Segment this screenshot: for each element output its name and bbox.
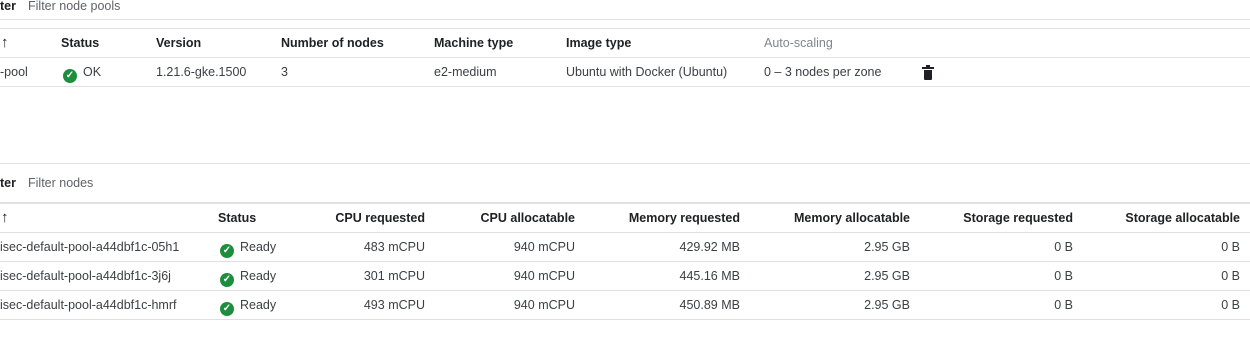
memory-requested-cell: 445.16 MB (679, 269, 740, 283)
column-header-cpu-requested[interactable]: CPU requested (300, 204, 425, 232)
storage-allocatable-cell: 0 B (1221, 269, 1240, 283)
storage-allocatable-cell: 0 B (1221, 240, 1240, 254)
status-cell: ✓ OK (63, 58, 101, 86)
column-header-storage-allocatable[interactable]: Storage allocatable (1090, 204, 1240, 232)
cpu-requested-cell: 301 mCPU (363, 269, 425, 283)
node-pools-filter-input[interactable]: Filter node pools (28, 0, 120, 13)
delete-button[interactable] (922, 58, 934, 86)
table-row[interactable]: isec-default-pool-a44dbf1c-05h1 ✓ Ready 4… (0, 233, 1250, 262)
nodes-table: ↑ Status CPU requested CPU allocatable M… (0, 203, 1250, 320)
nodes-filter-input[interactable]: Filter nodes (28, 176, 93, 190)
column-header-auto-scaling: Auto-scaling (764, 36, 833, 50)
column-header-memory-allocatable[interactable]: Memory allocatable (770, 204, 910, 232)
nodes-filter-bar: ter Filter nodes (0, 163, 1250, 203)
status-text: Ready (240, 269, 277, 283)
storage-requested-cell: 0 B (1054, 240, 1073, 254)
version-cell: 1.21.6-gke.1500 (156, 65, 247, 79)
node-pools-table: ↑ Status Version Number of nodes Machine… (0, 28, 1250, 87)
cpu-allocatable-cell: 940 mCPU (513, 240, 575, 254)
node-pools-filter-bar: ter Filter node pools (0, 0, 1250, 20)
check-circle-icon: ✓ (220, 302, 234, 316)
column-header-cpu-allocatable[interactable]: CPU allocatable (445, 204, 575, 232)
column-header-storage-requested[interactable]: Storage requested (930, 204, 1073, 232)
status-cell: ✓ Ready (220, 233, 276, 261)
memory-allocatable-cell: 2.95 GB (864, 240, 910, 254)
cpu-requested-cell: 493 mCPU (363, 298, 425, 312)
trash-icon (922, 64, 934, 80)
column-header-status[interactable]: Status (61, 29, 99, 57)
table-header-row: ↑ Status CPU requested CPU allocatable M… (0, 204, 1250, 233)
sort-arrow-icon[interactable]: ↑ (1, 204, 9, 232)
memory-allocatable-cell: 2.95 GB (864, 269, 910, 283)
machine-type-cell: e2-medium (434, 65, 497, 79)
status-text: OK (83, 65, 102, 79)
node-name-link[interactable]: isec-default-pool-a44dbf1c-hmrf (0, 291, 176, 319)
column-header-version[interactable]: Version (156, 29, 201, 57)
status-cell: ✓ Ready (220, 291, 276, 319)
table-row[interactable]: -pool ✓ OK 1.21.6-gke.1500 3 e2-medium Ub… (0, 58, 1250, 87)
node-name-link[interactable]: isec-default-pool-a44dbf1c-3j6j (0, 262, 171, 290)
column-header-image-type[interactable]: Image type (566, 29, 631, 57)
memory-requested-cell: 450.89 MB (679, 298, 740, 312)
storage-allocatable-cell: 0 B (1221, 298, 1240, 312)
node-name-link[interactable]: isec-default-pool-a44dbf1c-05h1 (0, 233, 179, 261)
filter-label: ter (0, 176, 16, 190)
storage-requested-cell: 0 B (1054, 298, 1073, 312)
autoscaling-cell: 0 – 3 nodes per zone (764, 65, 882, 79)
sort-arrow-icon[interactable]: ↑ (1, 29, 9, 57)
storage-requested-cell: 0 B (1054, 269, 1073, 283)
memory-requested-cell: 429.92 MB (679, 240, 740, 254)
cpu-allocatable-cell: 940 mCPU (513, 269, 575, 283)
column-header-machine-type[interactable]: Machine type (434, 29, 513, 57)
table-header-row: ↑ Status Version Number of nodes Machine… (0, 29, 1250, 58)
column-header-number-of-nodes[interactable]: Number of nodes (281, 29, 384, 57)
check-circle-icon: ✓ (220, 244, 234, 258)
column-header-memory-requested[interactable]: Memory requested (600, 204, 740, 232)
check-circle-icon: ✓ (220, 273, 234, 287)
node-pool-name-link[interactable]: -pool (0, 58, 28, 86)
table-row[interactable]: isec-default-pool-a44dbf1c-hmrf ✓ Ready 4… (0, 291, 1250, 320)
cpu-allocatable-cell: 940 mCPU (513, 298, 575, 312)
table-row[interactable]: isec-default-pool-a44dbf1c-3j6j ✓ Ready 3… (0, 262, 1250, 291)
image-type-cell: Ubuntu with Docker (Ubuntu) (566, 65, 728, 79)
filter-label: ter (0, 0, 16, 13)
check-circle-icon: ✓ (63, 69, 77, 83)
num-nodes-cell: 3 (281, 65, 288, 79)
column-header-status[interactable]: Status (218, 204, 256, 232)
memory-allocatable-cell: 2.95 GB (864, 298, 910, 312)
status-text: Ready (240, 298, 277, 312)
status-cell: ✓ Ready (220, 262, 276, 290)
cpu-requested-cell: 483 mCPU (363, 240, 425, 254)
status-text: Ready (240, 240, 277, 254)
